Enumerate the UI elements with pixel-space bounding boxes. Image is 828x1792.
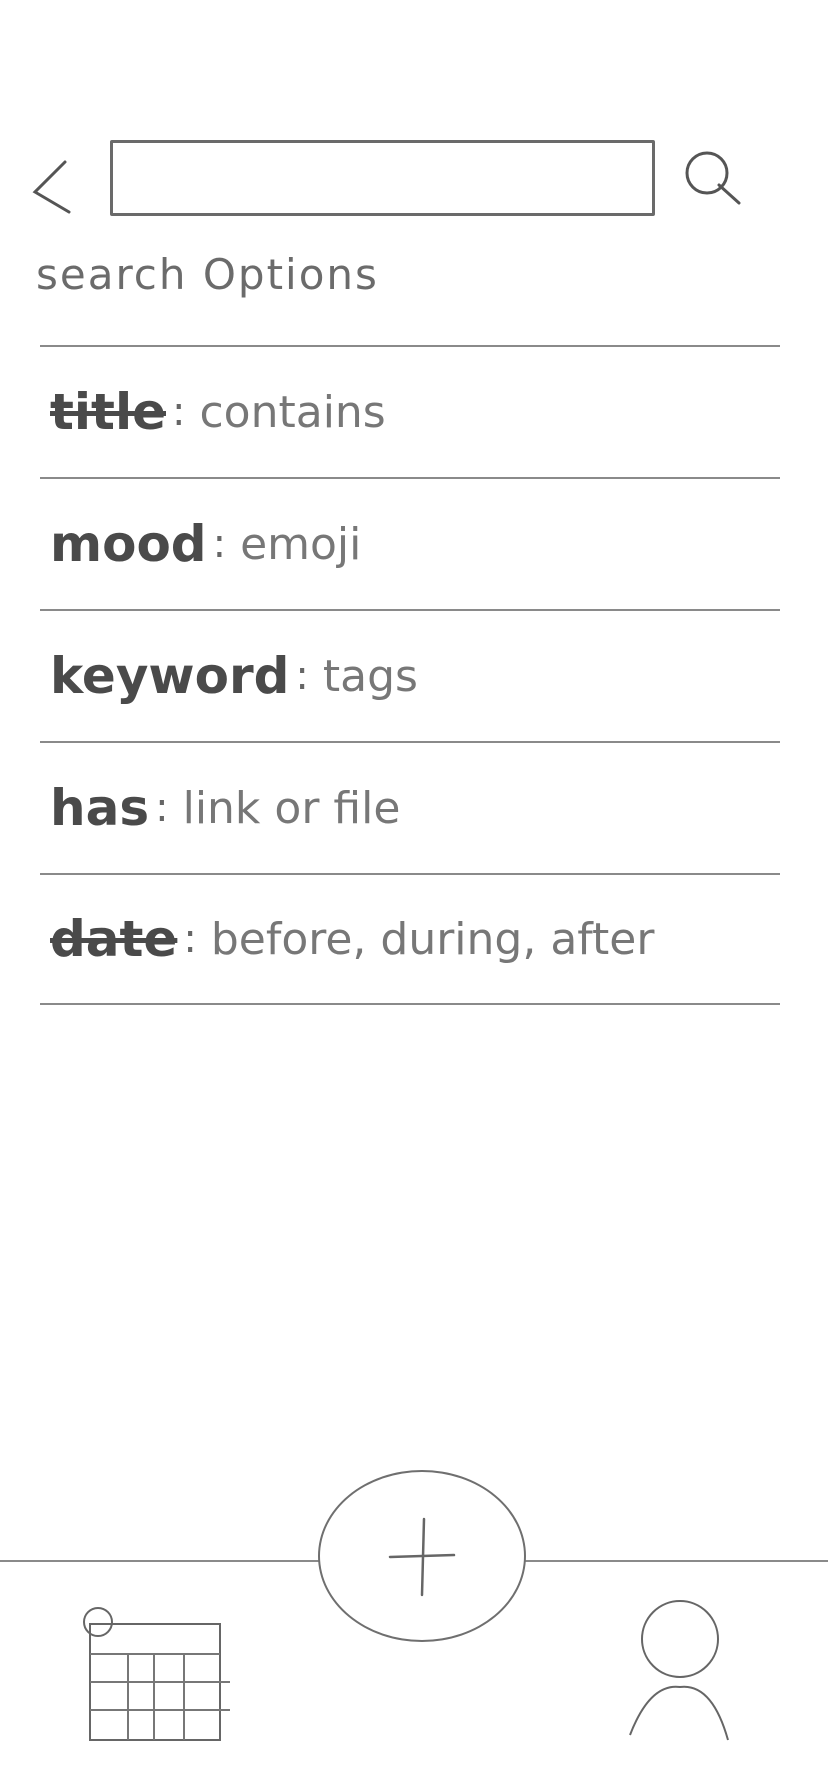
option-row-has[interactable]: has : link or file <box>40 741 780 873</box>
person-icon <box>629 1600 729 1741</box>
option-value: emoji <box>240 518 362 570</box>
option-separator: : <box>183 916 197 962</box>
back-button[interactable] <box>20 140 80 230</box>
option-row-mood[interactable]: mood : emoji <box>40 477 780 609</box>
option-key: has <box>50 779 150 837</box>
add-entry-button[interactable] <box>318 1470 526 1642</box>
profile-nav-button[interactable] <box>620 1595 740 1745</box>
option-row-date[interactable]: date : before, during, after <box>40 873 780 1005</box>
option-value: link or file <box>182 782 401 834</box>
option-key: mood <box>50 515 207 573</box>
option-value: before, during, after <box>210 913 655 965</box>
search-options-heading: search Options <box>36 250 379 299</box>
option-separator: : <box>172 389 186 435</box>
option-key: date <box>50 910 178 968</box>
option-separator: : <box>212 521 227 567</box>
option-row-keyword[interactable]: keyword : tags <box>40 609 780 741</box>
search-input[interactable] <box>110 140 655 216</box>
plus-icon <box>388 1517 456 1597</box>
search-icon <box>685 151 741 205</box>
search-button[interactable] <box>672 140 752 220</box>
calendar-nav-button[interactable] <box>70 1600 250 1750</box>
search-options-list: title : contains mood : emoji keyword : … <box>40 345 780 1005</box>
calendar-icon <box>83 1607 230 1741</box>
option-value: tags <box>322 650 418 702</box>
option-key: keyword <box>50 647 290 705</box>
option-row-title[interactable]: title : contains <box>40 345 780 477</box>
option-separator: : <box>295 653 309 699</box>
option-separator: : <box>155 785 169 831</box>
option-value: contains <box>199 386 386 438</box>
option-key: title <box>50 383 166 441</box>
chevron-left-icon <box>32 160 71 214</box>
